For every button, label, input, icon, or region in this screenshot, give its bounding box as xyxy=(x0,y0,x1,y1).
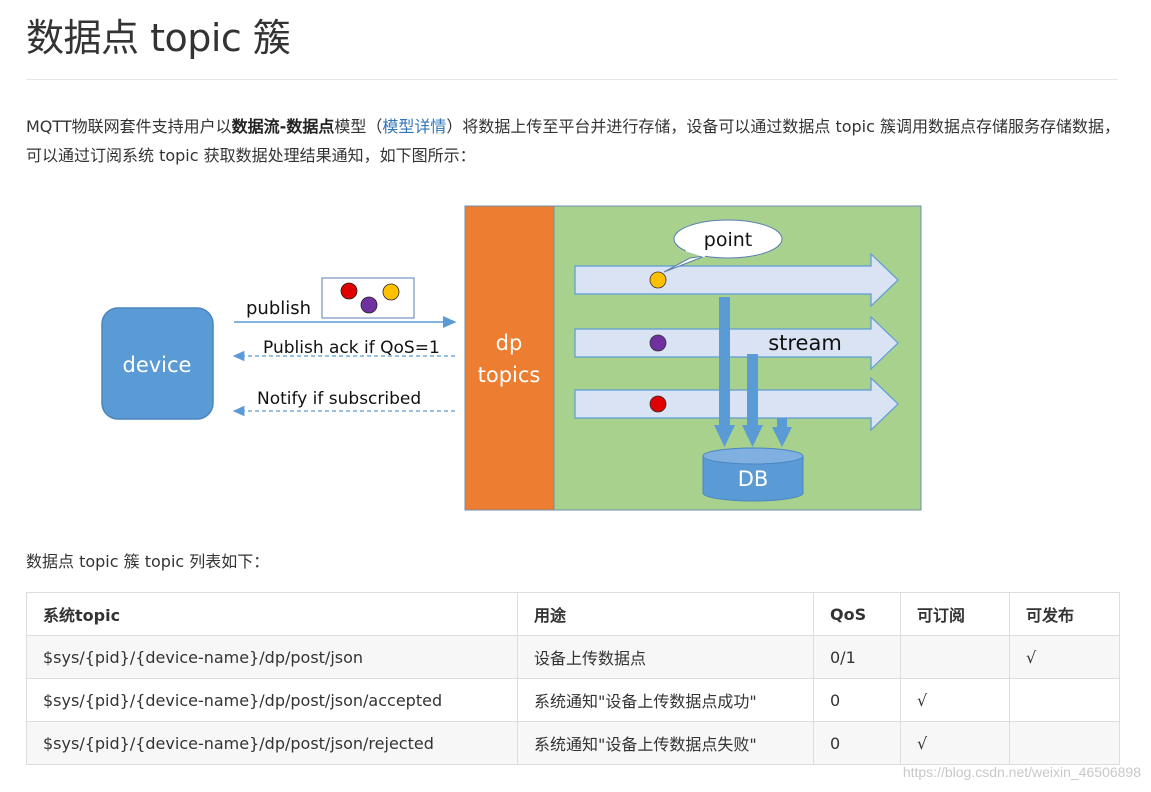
device-label: device xyxy=(123,353,192,377)
header-purpose: 用途 xyxy=(517,592,814,636)
cell-purpose: 设备上传数据点 xyxy=(517,635,814,679)
cell-publishable xyxy=(1009,678,1120,722)
message-dot-red xyxy=(340,282,358,300)
point-dot-purple xyxy=(649,334,667,352)
cell-topic: $sys/{pid}/{device-name}/dp/post/json/ac… xyxy=(26,678,518,722)
topic-list-caption: 数据点 topic 簇 topic 列表如下： xyxy=(26,552,270,571)
intro-paragraph: MQTT物联网套件支持用户以数据流-数据点模型（模型详情）将数据上传至平台并进行… xyxy=(26,112,1121,170)
intro-bold-term: 数据流-数据点 xyxy=(231,117,335,136)
cell-subscribable: √ xyxy=(900,678,1010,722)
cell-qos: 0 xyxy=(813,721,901,765)
point-dot-red xyxy=(649,395,667,413)
dp-topics-label-line2: topics xyxy=(478,363,541,387)
cell-purpose: 系统通知"设备上传数据点失败" xyxy=(517,721,814,765)
device-box: device xyxy=(101,307,214,420)
db-cylinder: DB xyxy=(702,447,804,502)
publish-message-box xyxy=(321,277,415,319)
page-title: 数据点 topic 簇 xyxy=(26,16,291,60)
table-row: $sys/{pid}/{device-name}/dp/post/json/re… xyxy=(26,721,1120,765)
intro-text-2: 模型（ xyxy=(334,117,383,136)
watermark: https://blog.csdn.net/weixin_46506898 xyxy=(902,764,1141,780)
cell-qos: 0 xyxy=(813,678,901,722)
dp-topics-label-line1: dp xyxy=(496,331,523,355)
notify-label: Notify if subscribed xyxy=(257,389,421,409)
intro-text-1: MQTT物联网套件支持用户以 xyxy=(26,117,232,136)
model-details-link[interactable]: 模型详情 xyxy=(382,117,446,136)
point-label: point xyxy=(704,229,752,251)
dp-topics-bar: dp topics xyxy=(464,205,555,511)
header-publishable: 可发布 xyxy=(1009,592,1120,636)
cell-publishable: √ xyxy=(1009,635,1120,679)
cell-purpose: 系统通知"设备上传数据点成功" xyxy=(517,678,814,722)
table-header-row: 系统topic 用途 QoS 可订阅 可发布 xyxy=(26,592,1120,636)
header-subscribable: 可订阅 xyxy=(900,592,1010,636)
table-row: $sys/{pid}/{device-name}/dp/post/json/ac… xyxy=(26,678,1120,722)
point-dot-yellow xyxy=(649,271,667,289)
stream-label: stream xyxy=(768,331,842,355)
topic-table: 系统topic 用途 QoS 可订阅 可发布 $sys/{pid}/{devic… xyxy=(26,592,1120,765)
cell-subscribable xyxy=(900,635,1010,679)
cell-publishable xyxy=(1009,721,1120,765)
cell-topic: $sys/{pid}/{device-name}/dp/post/json/re… xyxy=(26,721,518,765)
message-dot-yellow xyxy=(382,283,400,301)
db-label: DB xyxy=(738,467,769,491)
publish-ack-label: Publish ack if QoS=1 xyxy=(263,338,440,358)
table-row: $sys/{pid}/{device-name}/dp/post/json 设备… xyxy=(26,635,1120,679)
cell-subscribable: √ xyxy=(900,721,1010,765)
message-dot-purple xyxy=(360,296,378,314)
title-divider xyxy=(26,79,1118,80)
publish-label: publish xyxy=(246,298,311,319)
header-system-topic: 系统topic xyxy=(26,592,518,636)
cell-topic: $sys/{pid}/{device-name}/dp/post/json xyxy=(26,635,518,679)
cell-qos: 0/1 xyxy=(813,635,901,679)
header-qos: QoS xyxy=(813,592,901,636)
